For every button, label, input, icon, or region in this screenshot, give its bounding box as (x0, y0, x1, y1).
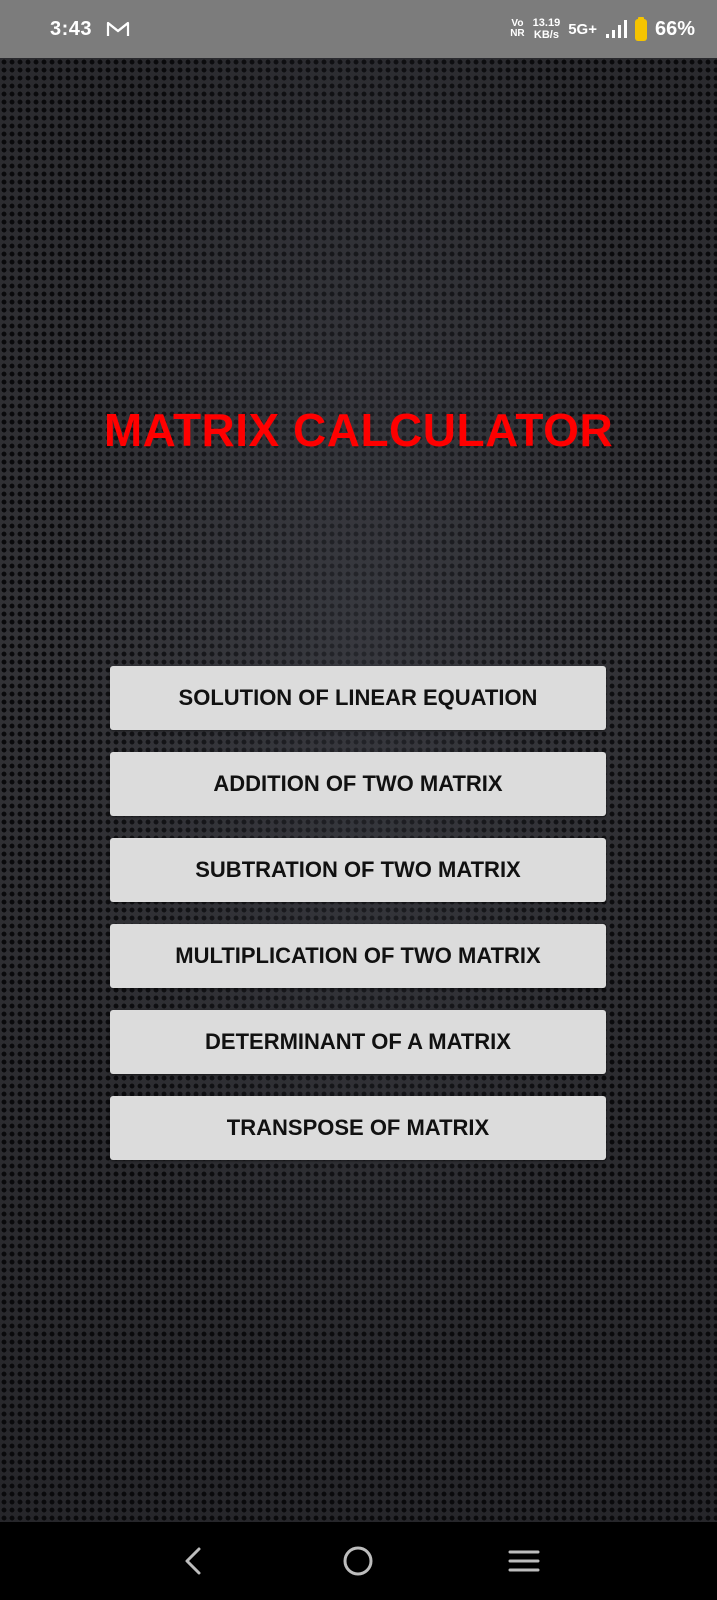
back-chevron-icon[interactable] (173, 1541, 213, 1581)
matrix-transpose-button[interactable]: TRANSPOSE OF MATRIX (110, 1096, 606, 1160)
matrix-multiplication-button[interactable]: MULTIPLICATION OF TWO MATRIX (110, 924, 606, 988)
menu-lines-icon[interactable] (504, 1541, 544, 1581)
speed-value: 13.19 (532, 17, 561, 29)
app-background: MATRIX CALCULATOR SOLUTION OF LINEAR EQU… (0, 58, 717, 1522)
navigation-bar (0, 1522, 717, 1600)
signal-bars-icon (605, 19, 627, 39)
status-time: 3:43 (50, 17, 93, 40)
gmail-icon (106, 20, 130, 38)
app-title: MATRIX CALCULATOR (103, 404, 614, 456)
battery-icon (634, 17, 647, 41)
network-speed: 13.19 KB/s (533, 17, 561, 41)
matrix-subtraction-button[interactable]: SUBTRATION OF TWO MATRIX (110, 838, 606, 902)
volte-line2: NR (510, 28, 525, 39)
status-bar: 3:43 Vo NR 13.19 KB/s 5G+ 66% (0, 0, 717, 58)
network-type: 5G+ (568, 20, 597, 38)
operation-menu: SOLUTION OF LINEAR EQUATION ADDITION OF … (110, 666, 606, 1182)
volte-indicator: Vo NR (510, 19, 524, 39)
home-circle-icon[interactable] (338, 1541, 378, 1581)
speed-unit: KB/s (533, 29, 559, 41)
linear-equation-button[interactable]: SOLUTION OF LINEAR EQUATION (110, 666, 606, 730)
status-indicators: Vo NR 13.19 KB/s 5G+ 66% (510, 17, 695, 41)
matrix-addition-button[interactable]: ADDITION OF TWO MATRIX (110, 752, 606, 816)
battery-percent: 66% (654, 17, 695, 40)
matrix-determinant-button[interactable]: DETERMINANT OF A MATRIX (110, 1010, 606, 1074)
